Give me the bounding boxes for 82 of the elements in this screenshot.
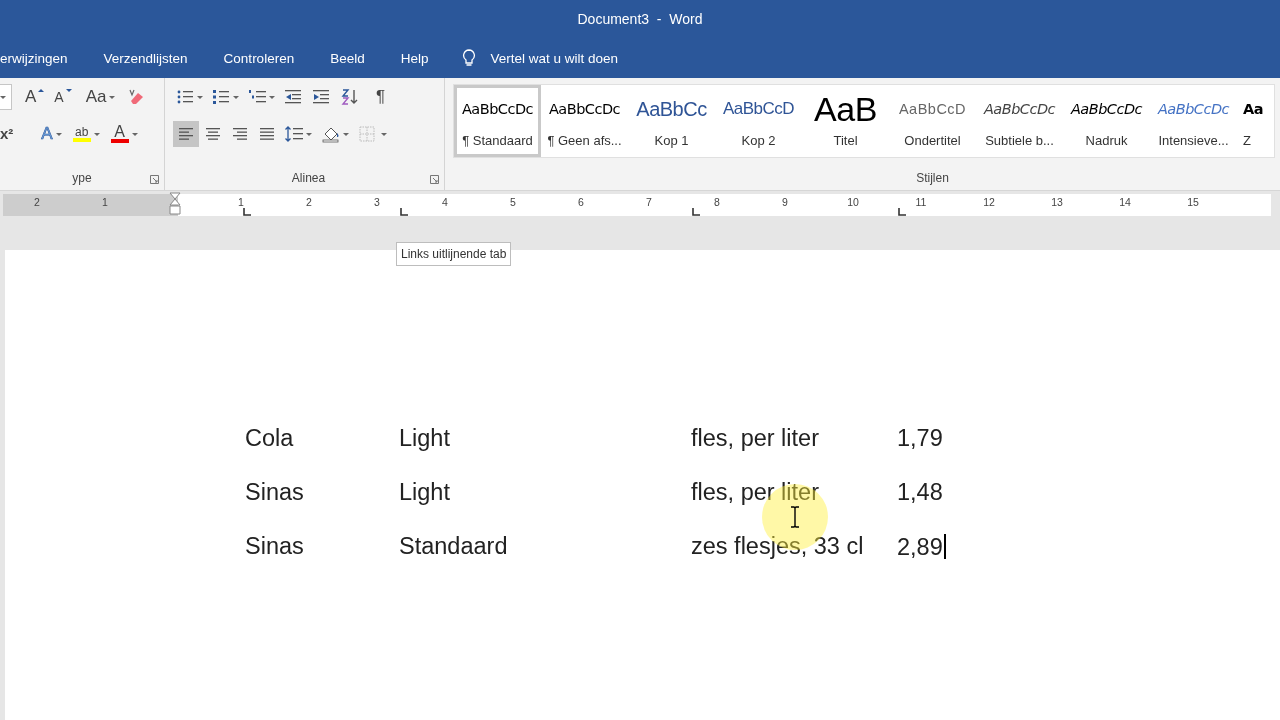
sort-icon: [340, 86, 360, 107]
ruler-number: 11: [915, 197, 927, 208]
document-text: 2,89: [897, 534, 943, 559]
ribbon-tab[interactable]: erwijzingen: [0, 50, 68, 66]
caret-icon: [343, 132, 349, 136]
up-triangle-icon: [38, 88, 45, 92]
document-text: zes flesjes, 33 cl: [691, 534, 865, 558]
caret-icon: [109, 95, 116, 99]
ruler-number: 4: [442, 197, 448, 208]
style-item[interactable]: AaBbCcD Kop 2: [715, 85, 802, 157]
highlight-button[interactable]: ab: [69, 120, 104, 147]
ruler-number: 3: [374, 197, 380, 208]
ruler-number: 1: [238, 197, 244, 208]
document-text: Light: [399, 426, 451, 450]
lightbulb-icon: [462, 49, 477, 67]
style-item[interactable]: AaBbCcDc Subtiele b...: [976, 85, 1063, 157]
font-color-button[interactable]: A: [107, 120, 142, 147]
document-text: Cola: [245, 426, 295, 450]
show-marks-button[interactable]: ¶: [373, 83, 389, 110]
document-text: Sinas: [245, 480, 305, 504]
superscript-button[interactable]: x²: [0, 120, 17, 147]
document-text: 1,79: [897, 426, 944, 450]
style-item[interactable]: AaBbCcDc Nadruk: [1063, 85, 1150, 157]
style-item[interactable]: Aa Z: [1237, 85, 1274, 157]
ribbon-tab[interactable]: Help: [400, 50, 429, 66]
window-title: Document3 - Word: [577, 11, 703, 27]
ruler-number: 10: [847, 197, 859, 208]
style-item[interactable]: AaBbCcDc Intensieve...: [1150, 85, 1237, 157]
caret-icon: [55, 132, 62, 136]
ruler-number: 5: [510, 197, 516, 208]
tab-stop-icon[interactable]: [692, 208, 700, 216]
change-case-button[interactable]: Aa: [82, 83, 120, 110]
caret-icon: [306, 132, 312, 136]
align-left-button[interactable]: [173, 120, 199, 147]
document-text: Light: [399, 480, 451, 504]
ruler-number: 15: [1187, 197, 1199, 208]
group-label: Alinea: [291, 171, 326, 185]
style-item[interactable]: AaBbCcD Ondertitel: [889, 85, 976, 157]
style-item[interactable]: AaBbCcDc ¶ Geen afs...: [541, 85, 628, 157]
caret-icon: [197, 95, 203, 99]
i-beam-cursor-icon: [790, 506, 800, 528]
caret-icon: [381, 132, 387, 136]
ruler-number: 2: [306, 197, 312, 208]
caret-icon: [269, 95, 275, 99]
style-item[interactable]: AaB Titel: [802, 85, 889, 157]
tab-stop-icon[interactable]: [898, 208, 906, 216]
ribbon-tab[interactable]: Verzendlijsten: [103, 50, 188, 66]
down-triangle-icon: [65, 88, 72, 92]
tab-stop-icon[interactable]: [400, 208, 408, 216]
ruler-number: 12: [983, 197, 995, 208]
ruler-number: 2: [34, 197, 40, 208]
ruler-number: 9: [782, 197, 788, 208]
document-text: Standaard: [399, 534, 509, 558]
caret-icon: [0, 95, 6, 99]
ruler-number: 6: [578, 197, 584, 208]
ruler-number: 14: [1119, 197, 1131, 208]
group-label: Stijlen: [916, 171, 949, 185]
ruler-number: 8: [714, 197, 720, 208]
document-text: 1,48: [897, 480, 944, 504]
style-item[interactable]: AaBbCcDc ¶ Standaard: [454, 85, 541, 157]
ribbon-tab[interactable]: Beeld: [330, 50, 365, 66]
indent-marker-icon[interactable]: [169, 192, 181, 216]
font-size-field[interactable]: [0, 83, 12, 110]
document-text: fles, per liter: [691, 480, 820, 504]
ruler-number: 1: [102, 197, 108, 208]
group-label: ype: [72, 171, 92, 185]
ruler-number: 13: [1051, 197, 1063, 208]
caret-icon: [233, 95, 239, 99]
caret-icon: [93, 132, 100, 136]
dialog-launcher-icon[interactable]: [430, 175, 439, 184]
shrink-font-button[interactable]: A: [51, 83, 75, 110]
document-text: fles, per liter: [691, 426, 820, 450]
caret-icon: [131, 132, 138, 136]
document-text: Sinas: [245, 534, 305, 558]
tooltip: Links uitlijnende tab: [396, 242, 512, 266]
ribbon-tab[interactable]: Controleren: [223, 50, 295, 66]
tab-stop-icon[interactable]: [243, 208, 251, 216]
tell-me-field[interactable]: Vertel wat u wilt doen: [462, 49, 619, 67]
ruler-number: 7: [646, 197, 652, 208]
grow-font-button[interactable]: A: [22, 83, 48, 110]
style-item[interactable]: AaBbCc Kop 1: [628, 85, 715, 157]
dialog-launcher-icon[interactable]: [150, 175, 159, 184]
